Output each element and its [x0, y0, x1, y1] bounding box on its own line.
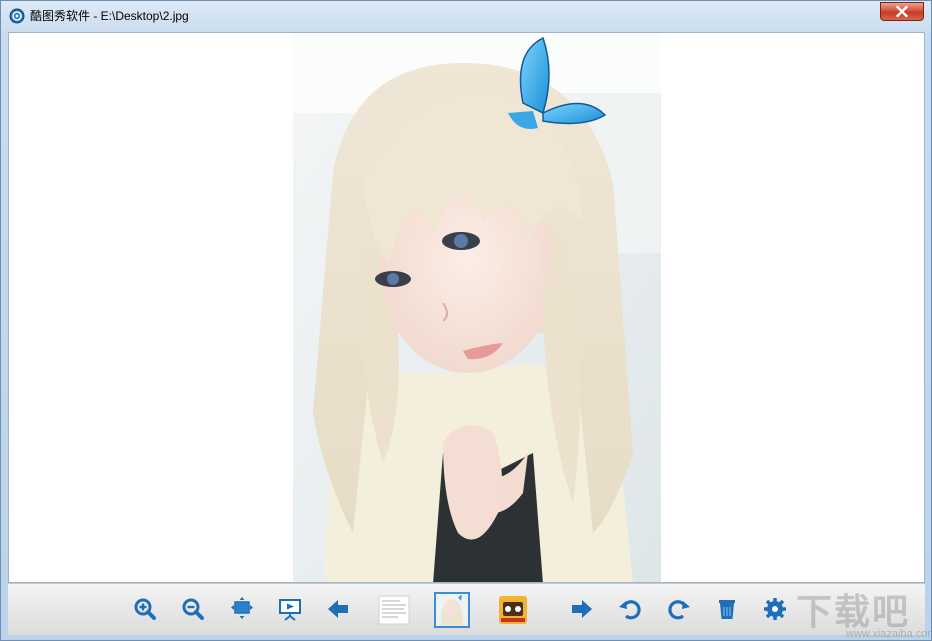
document-thumbnail-image — [378, 595, 410, 625]
thumbnail-document[interactable] — [376, 592, 412, 628]
thumbnail-game-art[interactable] — [495, 592, 531, 628]
thumbnail-current-photo[interactable] — [434, 592, 470, 628]
rotate-right-button[interactable] — [666, 596, 692, 622]
rotate-left-button[interactable] — [617, 596, 643, 622]
title-bar[interactable]: 酷图秀软件 - E:\Desktop\2.jpg — [1, 1, 931, 31]
zoom-in-button[interactable] — [132, 596, 158, 622]
bottom-toolbar — [8, 583, 925, 635]
slideshow-icon — [279, 599, 301, 621]
next-button[interactable] — [569, 596, 595, 622]
fit-window-icon — [231, 597, 253, 619]
previous-button[interactable] — [325, 596, 351, 622]
arrow-right-icon — [572, 600, 592, 618]
app-logo-icon — [9, 8, 25, 24]
slideshow-button[interactable] — [277, 596, 303, 622]
displayed-photo[interactable] — [293, 33, 661, 583]
close-icon — [896, 6, 908, 17]
zoom-in-icon — [134, 598, 156, 620]
zoom-out-icon — [182, 598, 204, 620]
settings-button[interactable] — [762, 596, 788, 622]
rotate-left-icon — [619, 600, 641, 620]
delete-button[interactable] — [714, 596, 740, 622]
app-window: 酷图秀软件 - E:\Desktop\2.jpg 下载吧 www.xiazaib… — [0, 0, 932, 641]
trash-icon — [719, 600, 735, 619]
fit-window-button[interactable] — [229, 596, 255, 622]
gear-icon — [764, 598, 786, 620]
zoom-out-button[interactable] — [180, 596, 206, 622]
game-art-thumbnail-image — [499, 596, 527, 624]
rotate-right-icon — [668, 600, 690, 620]
image-viewer-canvas[interactable] — [8, 32, 925, 583]
photo-thumbnail-image — [436, 594, 468, 626]
window-title: 酷图秀软件 - E:\Desktop\2.jpg — [30, 9, 189, 23]
arrow-left-icon — [328, 600, 348, 618]
close-button[interactable] — [880, 2, 924, 21]
watermark-url: www.xiazaiba.com — [846, 628, 932, 640]
